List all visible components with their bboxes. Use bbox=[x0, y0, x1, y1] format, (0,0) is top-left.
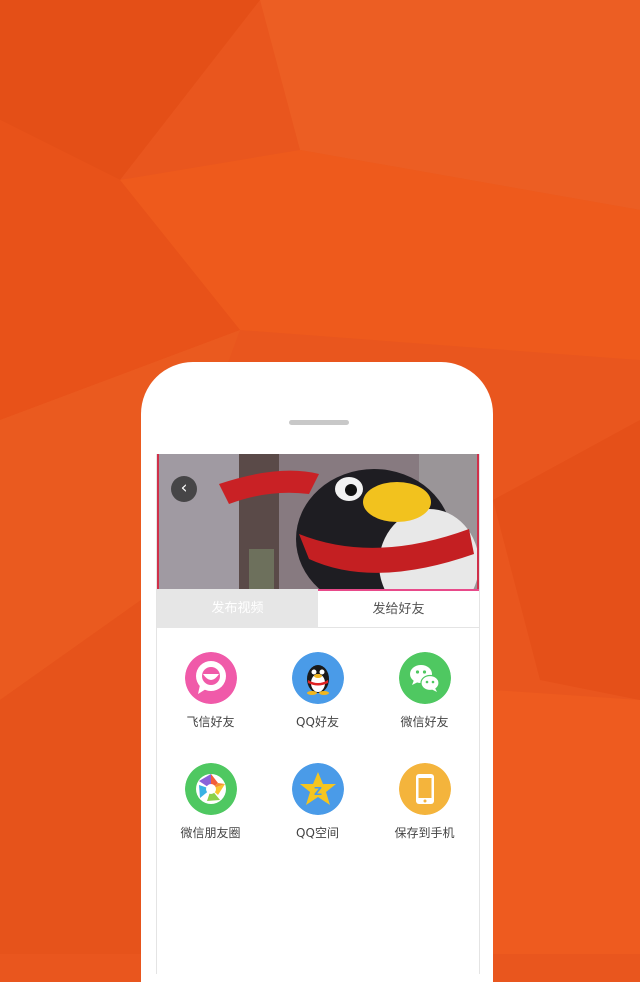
tab-publish-video[interactable]: 发布视频 bbox=[157, 589, 318, 628]
wechat-icon bbox=[398, 652, 451, 704]
share-feixin-label: 飞信好友 bbox=[186, 715, 235, 729]
share-feixin[interactable]: 飞信好友 bbox=[157, 652, 264, 730]
share-wechat-friend[interactable]: 微信好友 bbox=[371, 652, 478, 730]
phone-speaker bbox=[289, 420, 349, 425]
tab-bar: 发布视频 发给好友 bbox=[157, 589, 479, 628]
phone-icon bbox=[398, 763, 451, 815]
feixin-icon bbox=[184, 652, 237, 704]
phone-frame: ‹ 发布视频 发给好友 飞信好友 QQ好友 微信好友 微信朋友圈 Z QQ空间 … bbox=[141, 362, 493, 982]
video-thumbnail-image bbox=[159, 454, 477, 589]
video-preview[interactable]: ‹ bbox=[157, 454, 479, 589]
back-button[interactable]: ‹ bbox=[171, 476, 197, 502]
svg-text:Z: Z bbox=[314, 785, 322, 798]
share-wechat-moments-label: 微信朋友圈 bbox=[180, 826, 241, 840]
share-qq-friend-label: QQ好友 bbox=[296, 715, 339, 729]
share-qzone-label: QQ空间 bbox=[296, 826, 339, 840]
qq-penguin-icon bbox=[291, 652, 344, 704]
chevron-left-icon: ‹ bbox=[180, 478, 188, 498]
qzone-star-icon: Z bbox=[291, 763, 344, 815]
moments-aperture-icon bbox=[184, 763, 237, 815]
share-wechat-friend-label: 微信好友 bbox=[400, 715, 449, 729]
share-save-to-phone-label: 保存到手机 bbox=[394, 826, 455, 840]
share-qzone[interactable]: Z QQ空间 bbox=[264, 763, 371, 841]
phone-screen: ‹ 发布视频 发给好友 飞信好友 QQ好友 微信好友 微信朋友圈 Z QQ空间 … bbox=[156, 454, 480, 974]
share-qq-friend[interactable]: QQ好友 bbox=[264, 652, 371, 730]
tab-send-to-friends[interactable]: 发给好友 bbox=[318, 589, 479, 628]
share-save-to-phone[interactable]: 保存到手机 bbox=[371, 763, 478, 841]
share-wechat-moments[interactable]: 微信朋友圈 bbox=[157, 763, 264, 841]
